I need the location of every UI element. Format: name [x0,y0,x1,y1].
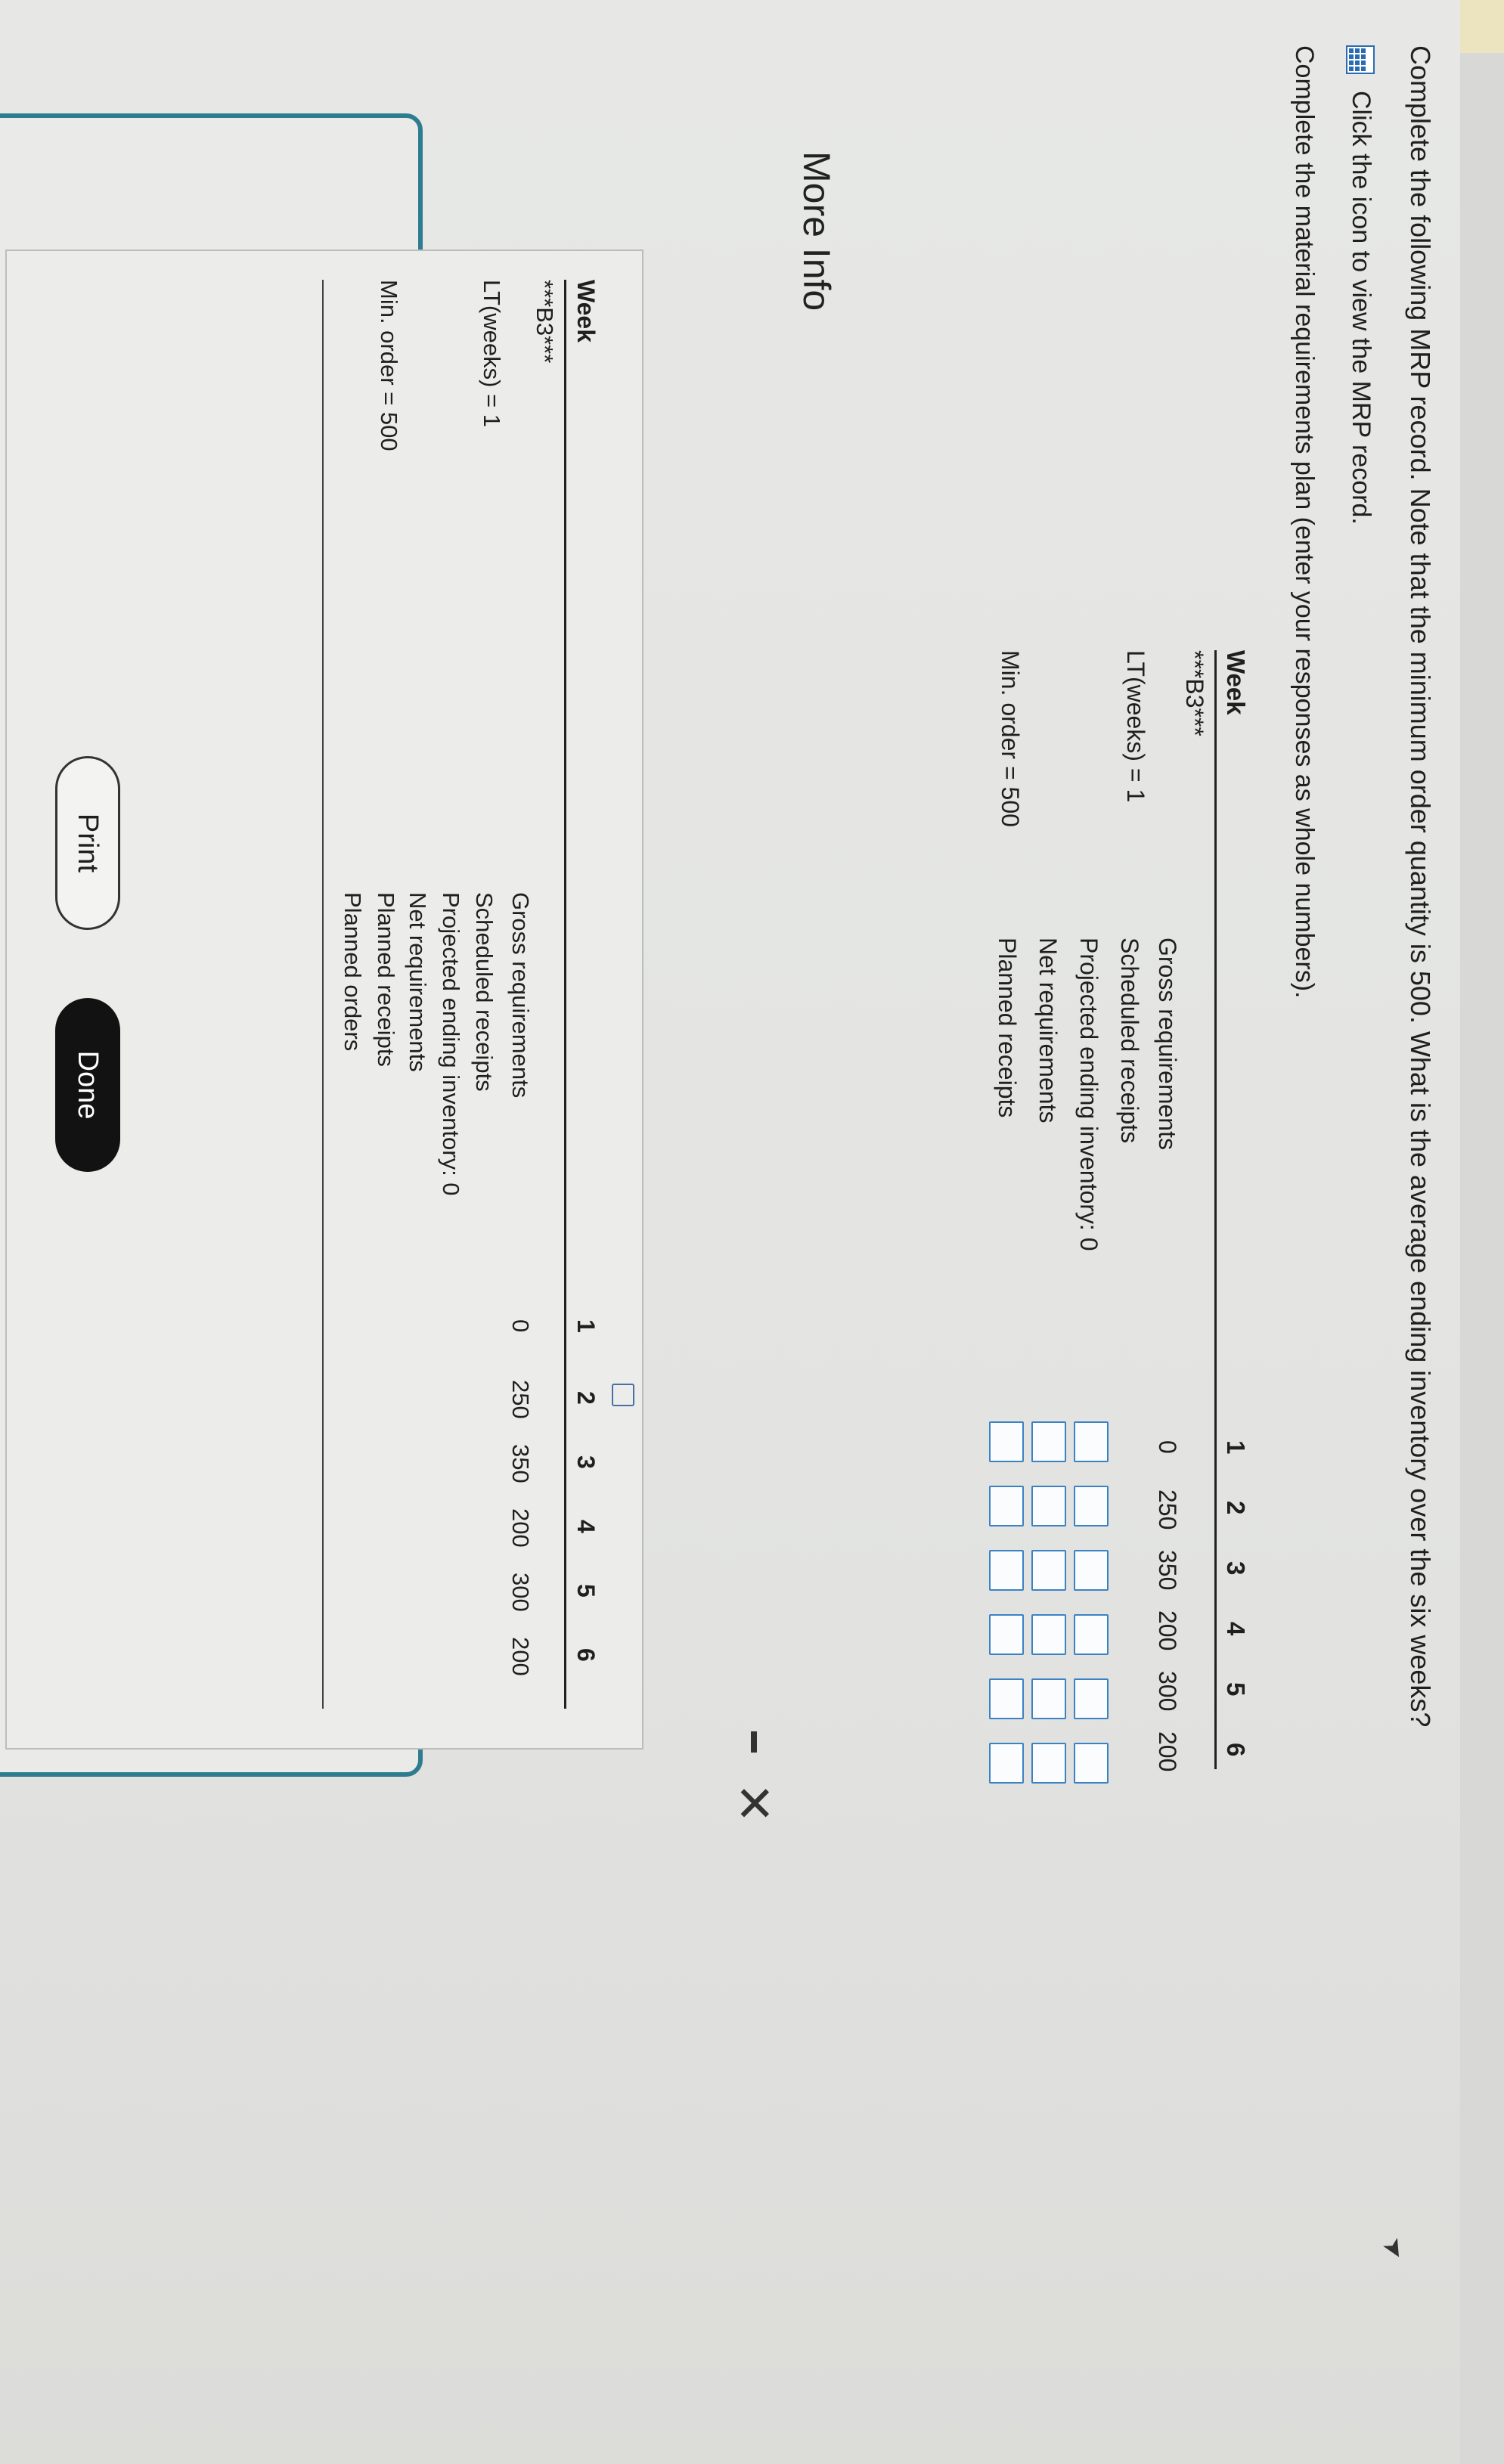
projected-week-2-input[interactable] [1074,1486,1109,1526]
planned-receipts-label: Planned receipts [994,938,1021,1118]
week-1-header: 1 [1222,1440,1250,1455]
mrp-answer-table: Week 1 2 3 4 5 6 ***B3*** Gross requirem… [985,650,1254,1784]
mouse-pointer-icon: ➤ [1376,2232,1413,2266]
planned-receipts-week-6-input[interactable] [989,1743,1024,1784]
week-4-header: 4 [1222,1622,1250,1636]
minimize-icon[interactable] [751,1731,757,1753]
table-row-net: Net requirements [1031,650,1078,1784]
hint-row[interactable]: Click the icon to view the MRP record. [1346,45,1375,525]
projected-week-3-input[interactable] [1074,1550,1109,1591]
lead-time-label: LT(weeks) = 1 [1122,650,1149,803]
modal-controls: ✕ [727,1731,781,1824]
net-week-3-input[interactable] [1031,1550,1066,1591]
instructions-text: Complete the material requirements plan … [1290,45,1319,999]
record-week-1-header: 1 [572,1319,600,1333]
record-min-order-label: Min. order = 500 [376,280,402,451]
record-row-projected: Projected ending inventory: 0 [438,280,485,1709]
table-row-scheduled: LT(weeks) = 1 Scheduled receipts [1116,650,1172,1769]
close-icon[interactable]: ✕ [727,1783,781,1824]
planned-receipts-week-3-input[interactable] [989,1550,1024,1591]
table-grid-icon[interactable] [1346,45,1375,74]
net-week-4-input[interactable] [1031,1614,1066,1655]
table-row-planned-receipts: Min. order = 500 Planned receipts [985,650,1031,1784]
record-header-row: Week 1 2 3 4 5 6 [564,280,604,1709]
top-strip-accent [1460,0,1504,53]
week-3-header: 3 [1222,1561,1250,1576]
record-week-2-header: 2 [572,1391,600,1405]
hint-text[interactable]: Click the icon to view the MRP record. [1346,91,1375,525]
net-week-1-input[interactable] [1031,1421,1066,1462]
record-row-scheduled: LT(weeks) = 1 Scheduled receipts [471,280,525,1709]
net-week-5-input[interactable] [1031,1678,1066,1719]
record-planned-receipts-label: Planned receipts [373,892,399,1067]
print-button[interactable]: Print [55,756,120,930]
record-item-label: ***B3*** [532,280,558,364]
record-week-3-header: 3 [572,1455,600,1469]
record-week-header: Week [572,280,600,343]
modal-title: More Info [795,151,838,311]
projected-week-4-input[interactable] [1074,1614,1109,1655]
record-row-planned-receipts: Min. order = 500 Planned receipts [367,280,407,1709]
week-5-header: 5 [1222,1682,1250,1697]
table-header-row: Week 1 2 3 4 5 6 [1214,650,1254,1769]
screen: Complete the following MRP record. Note … [0,0,1504,2464]
min-order-label: Min. order = 500 [997,650,1024,827]
done-button[interactable]: Done [55,998,120,1172]
week-2-header: 2 [1222,1501,1250,1515]
planned-receipts-week-1-input[interactable] [989,1421,1024,1462]
projected-week-1-input[interactable] [1074,1421,1109,1462]
projected-inventory-label: Projected ending inventory: 0 [1075,938,1102,1251]
record-net-label: Net requirements [405,892,431,1072]
record-week-4-header: 4 [572,1520,600,1533]
planned-receipts-week-5-input[interactable] [989,1678,1024,1719]
projected-week-6-input[interactable] [1074,1743,1109,1784]
record-planned-orders-label: Planned orders [340,892,366,1052]
week-6-header: 6 [1222,1743,1250,1757]
net-requirements-label: Net requirements [1034,938,1062,1124]
planned-receipts-week-2-input[interactable] [989,1486,1024,1526]
mrp-record-table: Week 1 2 3 4 5 6 ***B3*** Gross requirem… [322,280,604,1709]
net-week-6-input[interactable] [1031,1743,1066,1784]
record-row-gross: ***B3*** Gross requirements 0 250 350 20… [507,280,564,1709]
record-week-6-header: 6 [572,1648,600,1662]
table-row-gross: ***B3*** Gross requirements 0 250 350 20… [1154,650,1214,1771]
record-row-net: Net requirements [405,280,446,1709]
week-header: Week [1222,650,1250,715]
record-row-planned-orders: Planned orders [328,280,367,1709]
projected-week-5-input[interactable] [1074,1678,1109,1719]
copy-icon[interactable] [612,1384,634,1406]
net-week-2-input[interactable] [1031,1486,1066,1526]
question-text: Complete the following MRP record. Note … [1405,45,1436,1728]
record-week-5-header: 5 [572,1584,600,1598]
planned-receipts-week-4-input[interactable] [989,1614,1024,1655]
record-bottom-rule [322,280,324,1709]
table-row-projected: Projected ending inventory: 0 [1074,650,1125,1784]
item-label: ***B3*** [1181,650,1208,736]
top-strip [1460,0,1504,2464]
